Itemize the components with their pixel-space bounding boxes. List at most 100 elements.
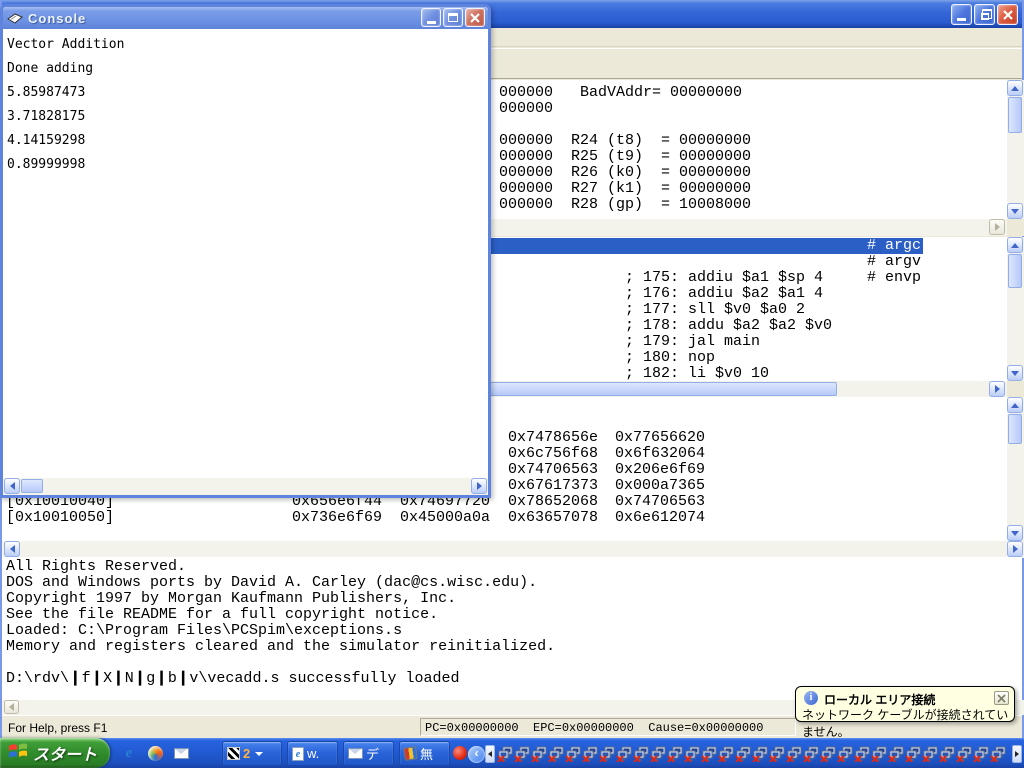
network-disconnected-icon[interactable] — [922, 746, 938, 762]
scroll-up-button[interactable] — [1007, 397, 1023, 413]
balloon-close-button[interactable] — [994, 691, 1009, 705]
scroll-up-button[interactable] — [1007, 80, 1023, 96]
network-disconnected-icon[interactable] — [633, 746, 649, 762]
taskbar-button-label: デ — [366, 744, 379, 763]
network-disconnected-icon[interactable] — [837, 746, 853, 762]
scroll-right-button[interactable] — [1007, 541, 1023, 557]
scroll-down-button[interactable] — [1007, 525, 1023, 541]
network-disconnected-icon[interactable] — [769, 746, 785, 762]
console-output-area[interactable]: Vector AdditionDone adding5.859874733.71… — [3, 29, 488, 495]
network-disconnected-icon[interactable] — [497, 746, 513, 762]
scroll-thumb[interactable] — [21, 479, 43, 493]
console-close-button[interactable] — [465, 8, 485, 27]
group-count-label: 2 — [243, 746, 250, 761]
console-icon — [7, 12, 23, 25]
memory-word: 0x736e6f69 — [292, 510, 382, 526]
console-minimize-button[interactable] — [421, 8, 441, 27]
network-disconnected-icon[interactable] — [701, 746, 717, 762]
arrow-right-icon — [1015, 751, 1019, 757]
scroll-thumb[interactable] — [1008, 254, 1022, 288]
network-disconnected-icon[interactable] — [956, 746, 972, 762]
scroll-thumb[interactable] — [1008, 97, 1022, 133]
scroll-left-button[interactable] — [4, 478, 20, 494]
text-vscrollbar[interactable] — [1007, 237, 1024, 381]
tray-scroll-left-button[interactable] — [485, 745, 495, 763]
minimize-button[interactable] — [951, 4, 972, 25]
network-disconnected-icon[interactable] — [905, 746, 921, 762]
network-disconnected-icon[interactable] — [871, 746, 887, 762]
arrow-right-icon — [995, 223, 1000, 231]
memory-word: 0x6f632064 — [615, 446, 705, 462]
close-button[interactable] — [997, 4, 1018, 25]
arrow-up-icon — [1011, 86, 1019, 91]
register-list: 000000 BadVAddr= 00000000000000000000 R2… — [499, 85, 751, 213]
network-disconnected-icon[interactable] — [514, 746, 530, 762]
network-disconnected-icon[interactable] — [820, 746, 836, 762]
network-disconnected-icon[interactable] — [718, 746, 734, 762]
quicklaunch-outlook-icon[interactable] — [172, 744, 190, 762]
console-titlebar[interactable]: Console — [3, 7, 488, 29]
message-line: Copyright 1997 by Morgan Kaufmann Publis… — [6, 591, 555, 607]
scroll-right-button[interactable] — [471, 478, 487, 494]
tray-player-icon[interactable] — [451, 744, 469, 762]
network-disconnected-icon[interactable] — [599, 746, 615, 762]
message-line: Memory and registers cleared and the sim… — [6, 639, 555, 655]
tray-hide-icons-chevron[interactable]: ‹ — [468, 746, 485, 763]
network-disconnected-icon[interactable] — [684, 746, 700, 762]
network-disconnected-icon[interactable] — [939, 746, 955, 762]
chevron-down-icon — [255, 752, 263, 756]
console-output-line: Vector Addition — [7, 33, 124, 57]
console-hscrollbar[interactable] — [3, 478, 488, 495]
media-player-orb-icon — [148, 746, 163, 761]
network-disconnected-icon[interactable] — [531, 746, 547, 762]
network-disconnected-icon[interactable] — [973, 746, 989, 762]
arrow-left-icon — [10, 482, 15, 490]
network-disconnected-icon[interactable] — [735, 746, 751, 762]
scroll-up-button[interactable] — [1007, 237, 1023, 253]
arrow-down-icon — [1011, 209, 1019, 214]
restore-button[interactable] — [974, 4, 995, 25]
scroll-down-button[interactable] — [1007, 365, 1023, 381]
memory-word: 0x7478656e — [508, 430, 598, 446]
data-hscrollbar[interactable] — [2, 541, 1024, 558]
scroll-right-button[interactable] — [989, 219, 1005, 235]
network-disconnected-icon[interactable] — [803, 746, 819, 762]
network-disconnected-icon[interactable] — [582, 746, 598, 762]
scroll-left-button[interactable] — [4, 541, 20, 557]
tray-scroll-right-button[interactable] — [1012, 745, 1022, 763]
arrow-left-icon — [488, 751, 492, 757]
quicklaunch-ie-icon[interactable]: e — [120, 744, 138, 762]
taskbar-button-ie[interactable]: e w. — [287, 741, 338, 766]
network-disconnected-icon[interactable] — [854, 746, 870, 762]
network-disconnected-icon[interactable] — [888, 746, 904, 762]
minimize-icon — [427, 21, 436, 24]
scroll-thumb[interactable] — [1008, 414, 1022, 444]
registers-vscrollbar[interactable] — [1007, 80, 1024, 219]
console-output-line: 5.85987473 — [7, 81, 124, 105]
network-disconnected-icon[interactable] — [752, 746, 768, 762]
network-notification-balloon[interactable]: i ローカル エリア接続 ネットワーク ケーブルが接続されていません。 — [795, 686, 1015, 722]
memory-word: 0x74706563 — [508, 462, 598, 478]
network-disconnected-icon[interactable] — [616, 746, 632, 762]
taskbar-button-paint[interactable]: 無 — [399, 741, 450, 766]
taskbar-button-pcspim-group[interactable]: 2 — [222, 741, 282, 766]
network-disconnected-icon[interactable] — [565, 746, 581, 762]
quicklaunch-mediaplayer-icon[interactable] — [146, 744, 164, 762]
assembly-comment: # argv — [867, 254, 921, 270]
info-icon: i — [804, 691, 818, 705]
taskbar-button-outlook[interactable]: デ — [343, 741, 394, 766]
network-disconnected-icon[interactable] — [786, 746, 802, 762]
network-disconnected-icon[interactable] — [990, 746, 1006, 762]
console-maximize-button[interactable] — [443, 8, 463, 27]
scroll-right-button[interactable] — [989, 381, 1005, 397]
scroll-down-button[interactable] — [1007, 203, 1023, 219]
scroll-left-button[interactable] — [4, 700, 19, 714]
start-button[interactable]: スタート — [0, 738, 110, 768]
data-vscrollbar[interactable] — [1007, 397, 1024, 541]
network-disconnected-icon[interactable] — [667, 746, 683, 762]
message-line: All Rights Reserved. — [6, 559, 555, 575]
network-disconnected-icon[interactable] — [548, 746, 564, 762]
console-output-line: Done adding — [7, 57, 124, 81]
network-disconnected-icon[interactable] — [650, 746, 666, 762]
status-pc-field: PC=0x00000000 EPC=0x00000000 Cause=0x000… — [420, 718, 796, 736]
